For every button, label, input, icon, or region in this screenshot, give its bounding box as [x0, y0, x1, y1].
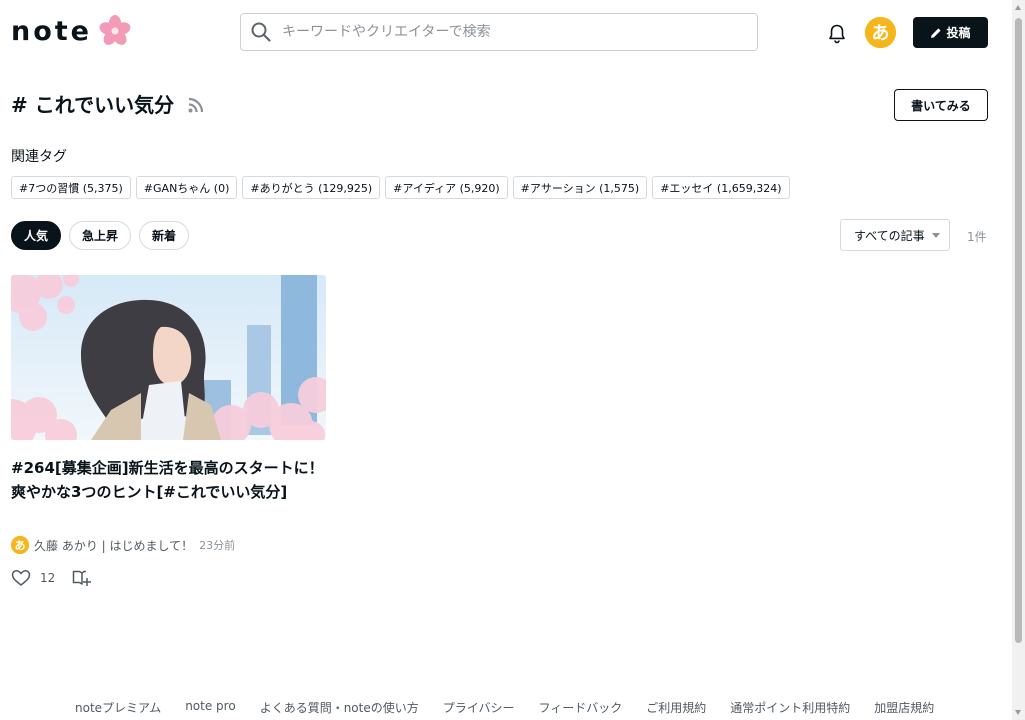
magazine-add-icon[interactable] — [72, 569, 92, 587]
footer-link[interactable]: note pro — [185, 699, 235, 716]
footer-link[interactable]: 通常ポイント利用特約 — [730, 699, 850, 716]
article-actions: 12 — [11, 569, 92, 587]
article-count: 1件 — [967, 230, 987, 244]
scroll-up-icon[interactable] — [1015, 5, 1021, 10]
author-avatar-glyph: あ — [15, 539, 26, 552]
article-author[interactable]: あ 久藤 あかり | はじめまして！ 23分前 — [11, 536, 235, 554]
related-tag[interactable]: #アサーション (1,575) — [512, 176, 648, 199]
footer-link[interactable]: noteプレミアム — [75, 699, 161, 716]
article-filter-select[interactable]: すべての記事 — [840, 219, 950, 251]
tab-new[interactable]: 新着 — [139, 221, 190, 250]
search-box[interactable] — [240, 13, 758, 51]
sort-tabs: 人気 急上昇 新着 — [11, 221, 190, 250]
related-tag[interactable]: #GANちゃん (0) — [135, 176, 238, 199]
author-logo-icon: あ — [11, 536, 29, 554]
heart-icon[interactable] — [11, 569, 31, 587]
pencil-icon — [931, 27, 942, 38]
author-name: 久藤 あかり | はじめまして！ — [34, 538, 194, 553]
article-title[interactable]: #264[募集企画]新生活を最高のスタートに！爽やかな3つのヒント[#これでいい… — [11, 456, 329, 504]
author-avatar: あ — [11, 536, 29, 554]
scrollbar-thumb[interactable] — [1015, 18, 1022, 643]
post-button-label: 投稿 — [946, 26, 971, 40]
related-tag[interactable]: #7つの習慣 (5,375) — [11, 176, 131, 199]
note-logo[interactable]: note — [11, 14, 132, 48]
search-input[interactable] — [280, 23, 724, 41]
footer-link[interactable]: プライバシー — [443, 699, 515, 716]
filter-label: すべての記事 — [854, 228, 925, 243]
related-tag[interactable]: #アイディア (5,920) — [385, 176, 508, 199]
rss-icon[interactable] — [187, 96, 205, 114]
scroll-down-icon[interactable] — [1015, 710, 1021, 715]
tab-popular[interactable]: 人気 — [11, 221, 62, 250]
footer-link[interactable]: よくある質問・noteの使い方 — [260, 699, 419, 716]
page-title: # これでいい気分 — [11, 93, 175, 117]
search-icon — [251, 22, 271, 42]
article-thumbnail[interactable] — [11, 275, 326, 440]
related-tag[interactable]: #ありがとう (129,925) — [242, 176, 381, 199]
thumbnail-illustration — [11, 275, 326, 440]
logo-text: note — [11, 15, 92, 47]
write-button[interactable]: 書いてみる — [894, 89, 988, 121]
like-count: 12 — [40, 571, 56, 585]
avatar-glyph: あ — [872, 23, 890, 44]
avatar-logo-icon: あ — [865, 17, 896, 48]
chevron-down-icon — [931, 232, 940, 238]
bell-icon[interactable] — [825, 22, 849, 46]
related-tags-label: 関連タグ — [11, 149, 67, 165]
user-avatar[interactable]: あ — [865, 17, 896, 48]
footer-links: noteプレミアム note pro よくある質問・noteの使い方 プライバシ… — [75, 699, 958, 716]
tab-trending[interactable]: 急上昇 — [69, 221, 132, 250]
related-tag[interactable]: #エッセイ (1,659,324) — [652, 176, 790, 199]
post-button[interactable]: 投稿 — [913, 17, 988, 48]
footer-link[interactable]: 加盟店規約 — [874, 699, 934, 716]
footer-link[interactable]: フィードバック — [539, 699, 623, 716]
vertical-scrollbar[interactable] — [1012, 0, 1025, 720]
footer-link[interactable]: ご利用規約 — [646, 699, 706, 716]
related-tags-list: #7つの習慣 (5,375) #GANちゃん (0) #ありがとう (129,9… — [11, 176, 790, 199]
sakura-icon — [99, 15, 131, 45]
article-time: 23分前 — [199, 539, 236, 552]
